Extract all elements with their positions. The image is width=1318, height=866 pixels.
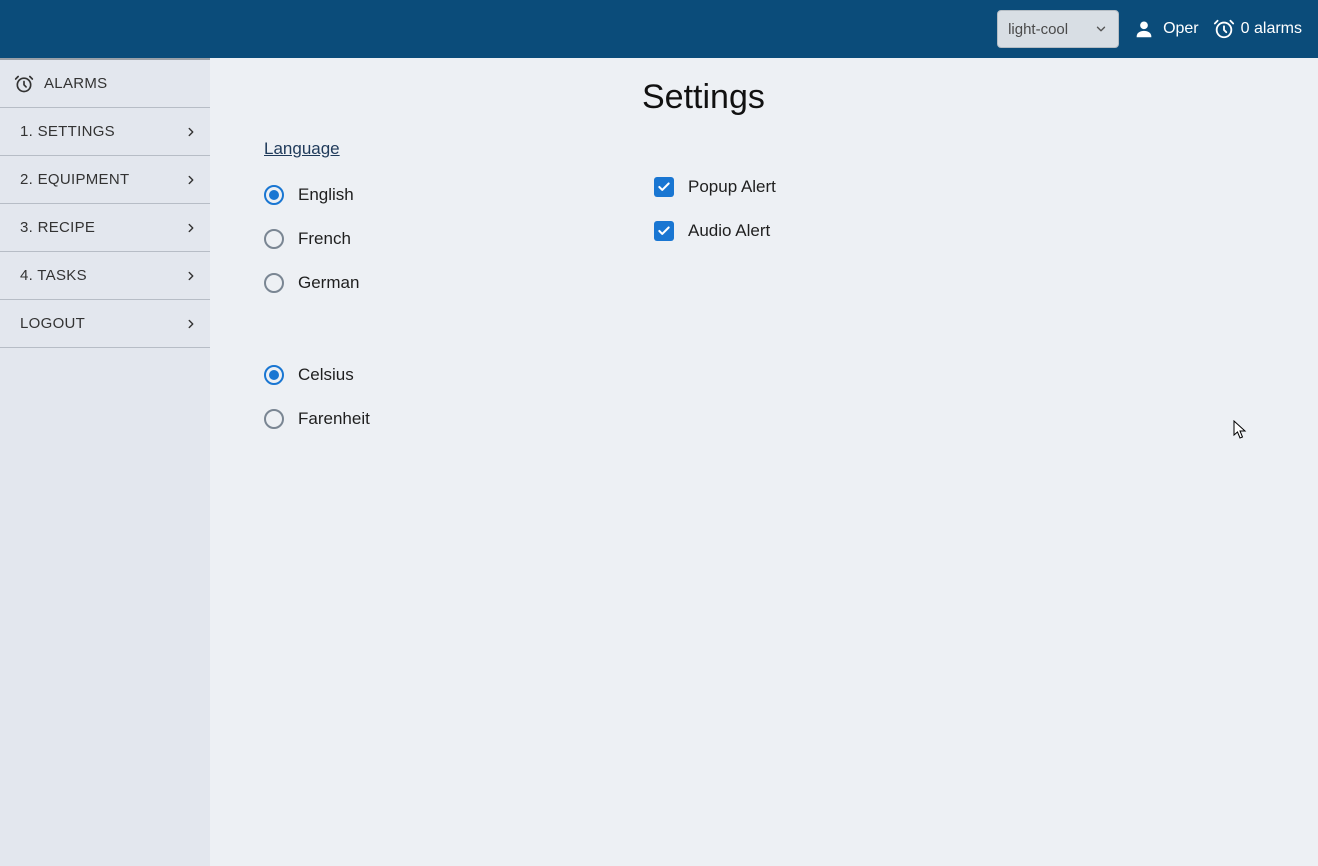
radio-icon bbox=[264, 365, 284, 385]
radio-temp-farenheit[interactable]: Farenheit bbox=[264, 397, 504, 441]
checkbox-label: Audio Alert bbox=[688, 221, 770, 241]
radio-temp-celsius[interactable]: Celsius bbox=[264, 353, 504, 397]
sidebar-item-tasks[interactable]: 4. TASKS bbox=[0, 252, 210, 300]
sidebar-item-label: 3. RECIPE bbox=[20, 219, 95, 236]
radio-label: English bbox=[298, 185, 354, 205]
language-heading: Language bbox=[264, 139, 504, 159]
sidebar-item-label: ALARMS bbox=[44, 75, 108, 92]
radio-icon bbox=[264, 409, 284, 429]
radio-language-english[interactable]: English bbox=[264, 173, 504, 217]
user-icon bbox=[1133, 18, 1155, 40]
top-bar: light-cool Oper 0 alarms bbox=[0, 0, 1318, 58]
sidebar-item-alarms[interactable]: ALARMS bbox=[0, 60, 210, 108]
sidebar-item-equipment[interactable]: 2. EQUIPMENT bbox=[0, 156, 210, 204]
radio-icon bbox=[264, 185, 284, 205]
radio-icon bbox=[264, 273, 284, 293]
sidebar-item-label: 4. TASKS bbox=[20, 267, 87, 284]
chevron-right-icon bbox=[184, 317, 198, 331]
radio-icon bbox=[264, 229, 284, 249]
chevron-down-icon bbox=[1094, 22, 1108, 36]
radio-language-french[interactable]: French bbox=[264, 217, 504, 261]
radio-label: German bbox=[298, 273, 359, 293]
user-menu[interactable]: Oper bbox=[1133, 18, 1199, 40]
radio-language-german[interactable]: German bbox=[264, 261, 504, 305]
chevron-right-icon bbox=[184, 221, 198, 235]
username-label: Oper bbox=[1163, 20, 1199, 38]
theme-select[interactable]: light-cool bbox=[997, 10, 1119, 48]
theme-select-value: light-cool bbox=[1008, 21, 1068, 38]
main-content: Settings Language English French German bbox=[210, 58, 1318, 866]
sidebar-item-label: 2. EQUIPMENT bbox=[20, 171, 129, 188]
alarm-clock-icon bbox=[14, 74, 34, 94]
sidebar-item-recipe[interactable]: 3. RECIPE bbox=[0, 204, 210, 252]
chevron-right-icon bbox=[184, 269, 198, 283]
checkbox-audio-alert[interactable]: Audio Alert bbox=[654, 209, 776, 253]
checkbox-icon bbox=[654, 177, 674, 197]
sidebar-item-settings[interactable]: 1. SETTINGS bbox=[0, 108, 210, 156]
page-title: Settings bbox=[642, 78, 1318, 117]
sidebar: ALARMS 1. SETTINGS 2. EQUIPMENT 3. RECIP… bbox=[0, 58, 210, 866]
radio-label: Celsius bbox=[298, 365, 354, 385]
checkbox-icon bbox=[654, 221, 674, 241]
chevron-right-icon bbox=[184, 173, 198, 187]
checkbox-label: Popup Alert bbox=[688, 177, 776, 197]
alarms-indicator[interactable]: 0 alarms bbox=[1213, 18, 1302, 40]
alarms-count-label: 0 alarms bbox=[1241, 20, 1302, 38]
sidebar-item-logout[interactable]: LOGOUT bbox=[0, 300, 210, 348]
sidebar-item-label: 1. SETTINGS bbox=[20, 123, 115, 140]
sidebar-item-label: LOGOUT bbox=[20, 315, 85, 332]
alarm-clock-icon bbox=[1213, 18, 1235, 40]
radio-label: French bbox=[298, 229, 351, 249]
radio-label: Farenheit bbox=[298, 409, 370, 429]
checkbox-popup-alert[interactable]: Popup Alert bbox=[654, 165, 776, 209]
chevron-right-icon bbox=[184, 125, 198, 139]
